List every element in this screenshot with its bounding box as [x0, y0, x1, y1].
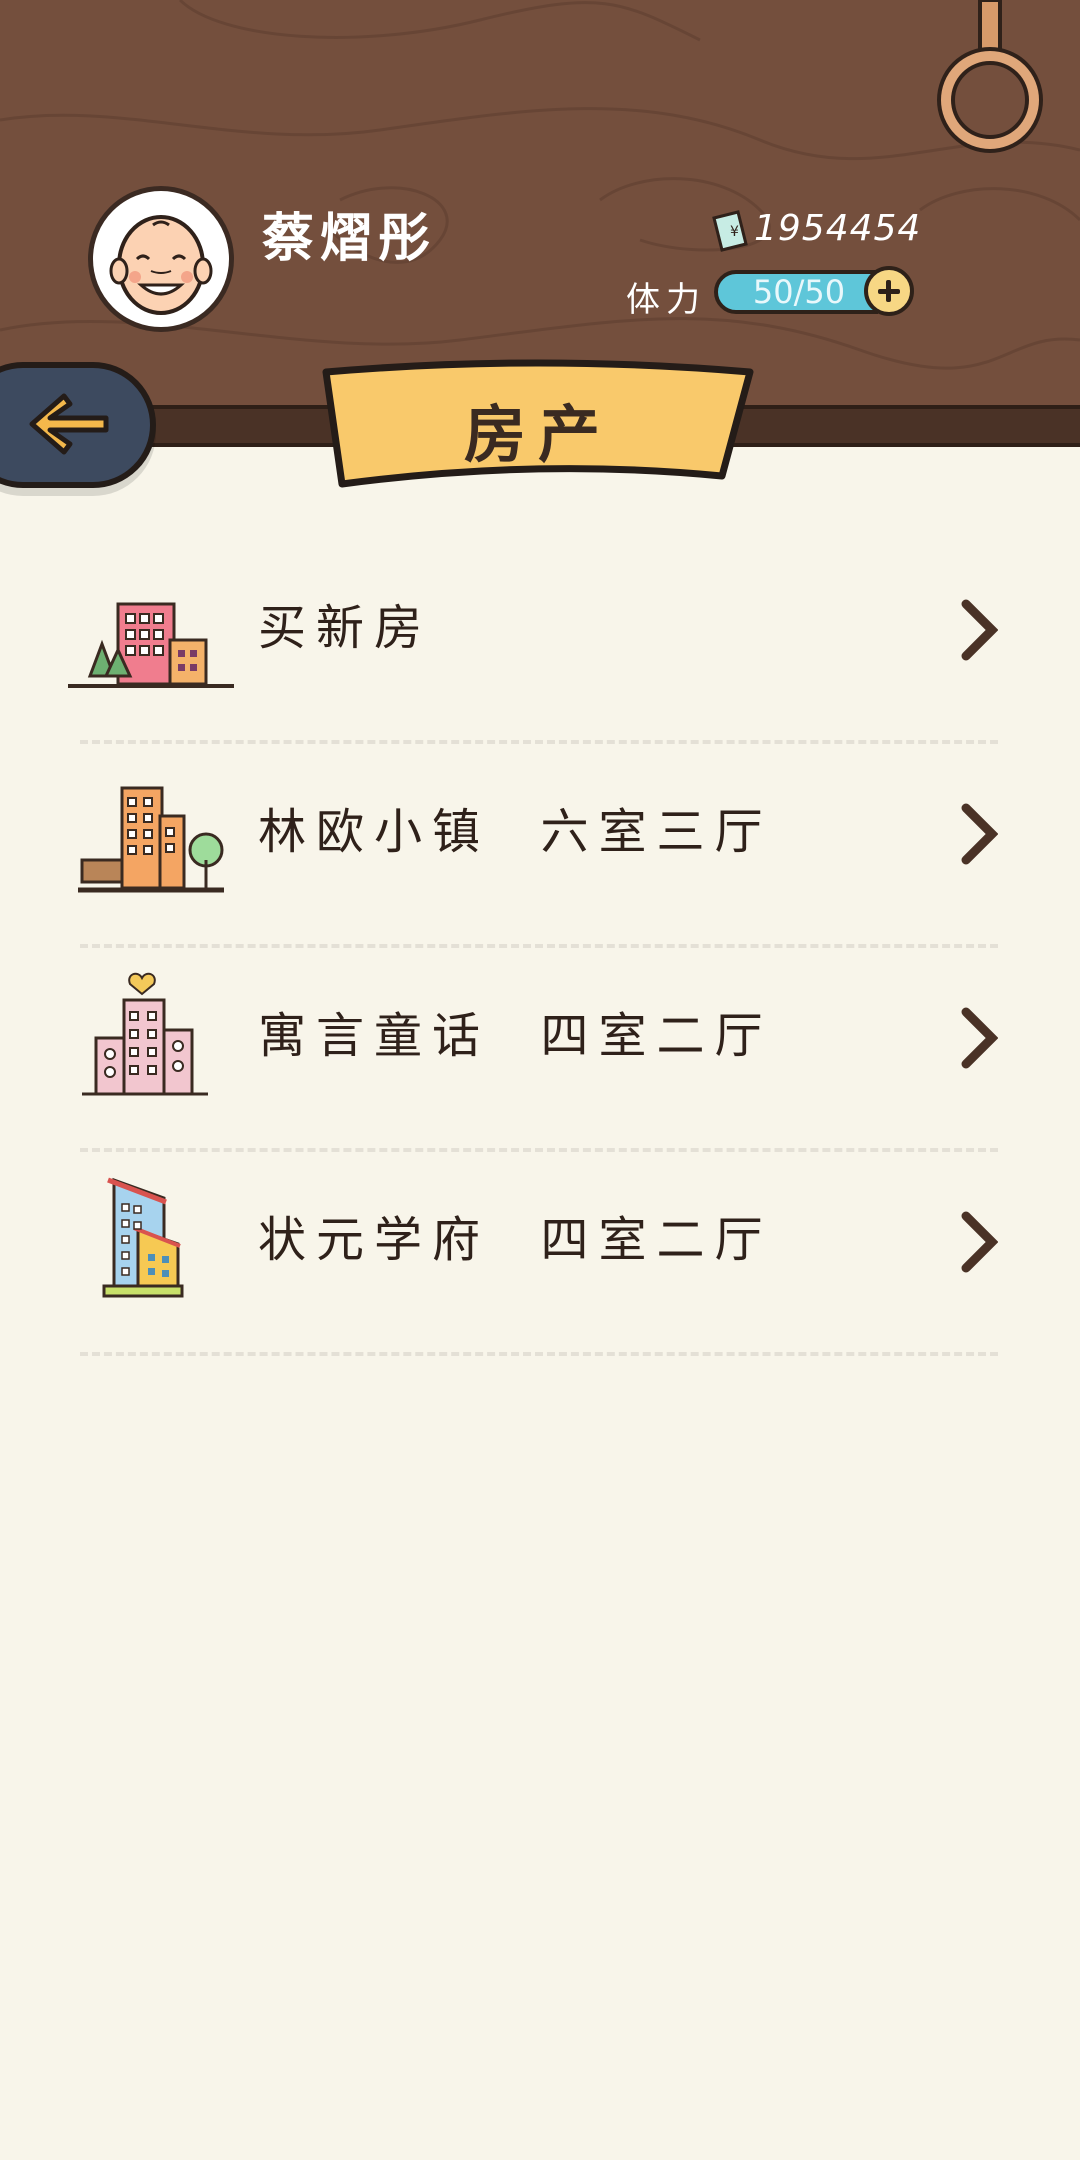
pink-building-with-heart-icon — [82, 972, 208, 1096]
chevron-right-icon — [961, 803, 998, 865]
money-note-icon: ¥ — [712, 210, 748, 252]
list-item-property[interactable]: 林欧小镇 六室三厅 — [78, 744, 998, 948]
page-title: 房产 — [463, 398, 612, 471]
list-item-property[interactable]: 寓言童话 四室二厅 — [80, 948, 998, 1152]
player-name: 蔡熠彤 — [262, 209, 437, 269]
divider — [80, 1352, 998, 1356]
stamina-value: 50/50 — [752, 273, 846, 311]
list-item-label: 状元学府 四室二厅 — [258, 1212, 773, 1268]
stamina-label: 体力 — [626, 280, 706, 320]
list-item-property[interactable]: 状元学府 四室二厅 — [80, 1152, 998, 1356]
money-value: 1954454 — [754, 208, 922, 249]
header-wood-panel: 蔡熠彤 ¥ 1954454 体力 50/50 — [0, 0, 1080, 405]
back-button[interactable] — [0, 362, 156, 488]
list-item-label: 林欧小镇 六室三厅 — [258, 804, 773, 860]
blue-tower-building-icon — [102, 1177, 184, 1298]
svg-text:¥: ¥ — [730, 224, 739, 240]
arrow-left-icon — [29, 393, 109, 455]
chevron-right-icon — [961, 1007, 998, 1069]
list-item-buy-new-house[interactable]: 买新房 — [68, 540, 998, 744]
list-item-label: 寓言童话 四室二厅 — [258, 1008, 773, 1064]
avatar[interactable] — [88, 186, 234, 332]
orange-building-with-bench-icon — [78, 786, 224, 893]
chevron-right-icon — [961, 599, 998, 661]
add-stamina-button[interactable] — [864, 266, 914, 316]
old-man-face-icon — [109, 215, 213, 315]
chevron-right-icon — [961, 1211, 998, 1273]
buildings-with-trees-icon — [68, 602, 234, 688]
list-item-label: 买新房 — [258, 600, 433, 656]
hanging-ring-icon[interactable] — [930, 0, 1050, 160]
